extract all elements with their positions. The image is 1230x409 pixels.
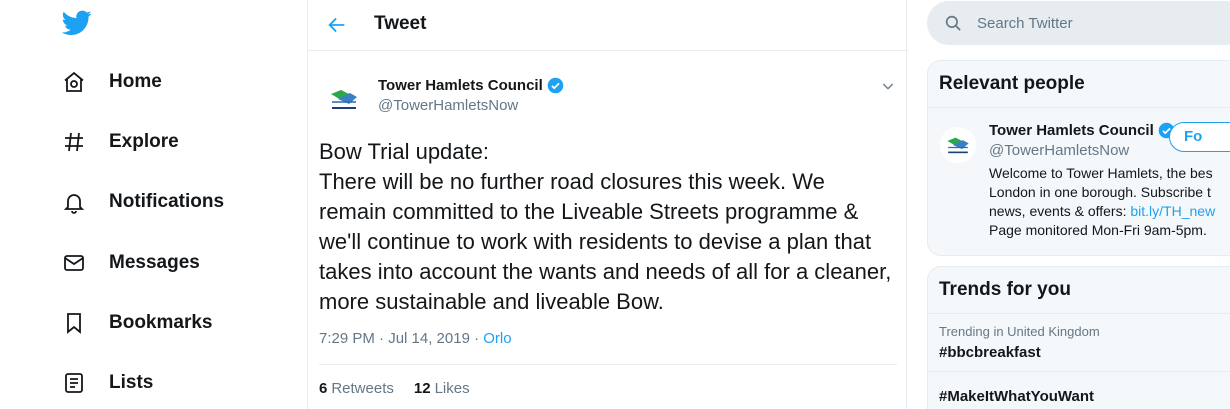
likes-stat[interactable]: 12 Likes [414,380,470,397]
nav-item-bookmarks[interactable]: Bookmarks [60,303,213,343]
right-sidebar: Search Twitter Relevant people Tower Ham… [927,0,1230,409]
bio-line: Page monitored Mon-Fri 9am-5pm. [989,222,1207,238]
search-placeholder: Search Twitter [977,15,1073,32]
tweet-source-link[interactable]: Orlo [483,330,511,347]
bio-link[interactable]: bit.ly/TH_new [1130,203,1215,219]
relevant-person-bio: Welcome to Tower Hamlets, the bes London… [989,164,1230,240]
avatar[interactable] [940,127,976,163]
timestamp-text[interactable]: 7:29 PM · Jul 14, 2019 · [319,330,483,347]
left-navigation: Home Explore Notifications Messages Book… [0,0,307,409]
hashtag-icon [60,128,88,156]
tweet-column: Tweet Tower Hamlets Council @TowerHamlet… [307,0,908,409]
chevron-down-icon[interactable] [880,78,896,94]
tweet-timestamp: 7:29 PM · Jul 14, 2019 · Orlo [319,330,512,347]
retweets-count: 6 [319,380,328,397]
divider [319,364,897,365]
tweet-header: Tweet [308,0,908,51]
nav-item-home[interactable]: Home [60,62,162,102]
page-title: Tweet [374,13,427,34]
trends-card: Trends for you Trending in United Kingdo… [927,266,1230,409]
tweet-text-line: more sustainable and liveable Bow. [319,289,664,314]
back-arrow-icon[interactable] [324,12,350,38]
bell-icon [60,188,88,216]
bio-line-text: news, events & offers: [989,203,1131,219]
nav-item-messages[interactable]: Messages [60,243,200,283]
relevant-person-name[interactable]: Tower Hamlets Council [989,122,1175,139]
follow-button[interactable]: Fo [1169,122,1230,152]
nav-item-lists[interactable]: Lists [60,363,153,403]
home-icon [60,68,88,96]
nav-label-notifications: Notifications [109,191,225,212]
tweet-stats: 6 Retweets 12 Likes [319,380,490,397]
tweet-text-line: remain committed to the Liveable Streets… [319,199,859,224]
nav-item-explore[interactable]: Explore [60,122,179,162]
relevant-person-handle[interactable]: @TowerHamletsNow [989,142,1129,159]
divider [928,107,1230,108]
tweet-text: Bow Trial update: There will be no furth… [319,137,899,317]
nav-label-lists: Lists [109,372,154,393]
nav-label-bookmarks: Bookmarks [109,312,213,333]
search-icon [944,14,962,32]
trend-context: Trending in United Kingdom [939,324,1100,339]
relevant-people-card: Relevant people Tower Hamlets Council @T… [927,60,1230,256]
nav-item-notifications[interactable]: Notifications [60,182,224,222]
author-name-text: Tower Hamlets Council [378,77,543,94]
bio-line: news, events & offers: bit.ly/TH_new [989,202,1230,221]
trend-item[interactable]: #MakeItWhatYouWant [939,388,1094,405]
tweet-text-line: Bow Trial update: [319,139,489,164]
avatar[interactable] [322,77,366,121]
divider [928,313,1230,314]
tweet-text-line: takes into account the wants and needs o… [319,259,892,284]
trend-item[interactable]: #bbcbreakfast [939,344,1041,361]
tweet-author-name[interactable]: Tower Hamlets Council [378,77,564,94]
likes-count: 12 [413,380,431,397]
envelope-icon [60,249,88,277]
search-input[interactable]: Search Twitter [927,1,1230,45]
nav-label-explore: Explore [109,131,179,152]
nav-label-messages: Messages [109,252,200,273]
retweets-stat[interactable]: 6 Retweets [319,380,394,397]
likes-label: Likes [434,380,470,397]
verified-badge-icon [547,77,564,94]
relevant-person-name-text: Tower Hamlets Council [989,122,1154,139]
nav-label-home: Home [109,71,162,92]
bio-line: Welcome to Tower Hamlets, the bes [989,165,1213,181]
tweet-text-line: There will be no further road closures t… [319,169,825,194]
bookmark-icon [60,309,88,337]
bio-line: London in one borough. Subscribe t [989,184,1211,200]
divider [928,371,1230,372]
tweet-text-line: we'll continue to work with residents to… [319,229,872,254]
relevant-people-title: Relevant people [939,73,1085,94]
retweets-label: Retweets [331,380,394,397]
twitter-bird-icon[interactable] [61,10,92,38]
trends-title: Trends for you [939,279,1071,300]
list-icon [60,369,88,397]
tweet-author-handle[interactable]: @TowerHamletsNow [378,97,518,114]
